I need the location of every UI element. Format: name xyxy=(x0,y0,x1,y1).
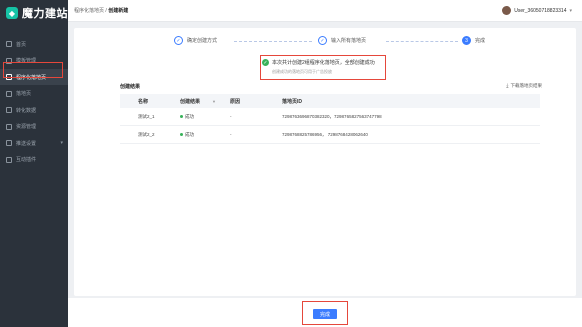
sidebar-nav: 首页 模板管理 程序化落地页 落地页 转化数据 资源管理 推送设置 ▾ 互动插件 xyxy=(0,36,68,168)
sidebar: ◆ 魔力建站 首页 模板管理 程序化落地页 落地页 转化数据 资源管理 推送设置… xyxy=(0,0,68,327)
sidebar-item-plugins[interactable]: 互动插件 xyxy=(0,152,68,168)
result-label: 成功 xyxy=(185,113,194,119)
sidebar-item-push[interactable]: 推送设置 ▾ xyxy=(0,135,68,151)
sidebar-item-label: 落地页 xyxy=(16,91,32,97)
filter-icon[interactable]: ▼ xyxy=(212,99,216,104)
sidebar-item-landing[interactable]: 落地页 xyxy=(0,86,68,102)
column-header-ids: 落地页ID xyxy=(282,98,303,105)
sidebar-item-data[interactable]: 转化数据 xyxy=(0,102,68,118)
step-label: 输入所有落地页 xyxy=(331,38,367,44)
sidebar-item-label: 推送设置 xyxy=(16,140,37,147)
sidebar-item-home[interactable]: 首页 xyxy=(0,36,68,52)
push-icon xyxy=(6,140,12,146)
status-dot-icon xyxy=(180,133,183,136)
column-header-name: 名称 xyxy=(138,98,149,105)
download-results-link[interactable]: ⤓ 下载落地页结果 xyxy=(506,83,542,89)
highlight-box-success xyxy=(260,55,386,80)
highlight-box-sidebar xyxy=(3,62,63,78)
footer-bar: 完成 xyxy=(68,298,582,327)
breadcrumb: 程序化落地页 / 创建新建 xyxy=(74,7,128,14)
breadcrumb-current: 创建新建 xyxy=(108,8,129,14)
step-label: 完成 xyxy=(475,38,486,44)
step-2: ✓ 输入所有落地页 xyxy=(318,36,366,45)
home-icon xyxy=(6,41,12,47)
status-dot-icon xyxy=(180,115,183,118)
results-title: 创建结果 xyxy=(120,84,141,90)
sidebar-item-label: 互动插件 xyxy=(16,157,37,163)
brand-name: 魔力建站 xyxy=(22,8,68,20)
brand-logo[interactable]: ◆ 魔力建站 xyxy=(0,0,68,26)
results-table: 名称 创建结果 ▼ 原因 落地页ID 测试2_1 成功 - 7298763696… xyxy=(120,94,540,144)
step-check-icon: ✓ xyxy=(318,36,327,45)
highlight-box-done xyxy=(302,301,348,325)
step-indicator: ✓ 确定创建方式 ✓ 输入所有落地页 3 完成 xyxy=(174,36,494,48)
download-label: 下载落地页结果 xyxy=(510,83,543,88)
main-card: ✓ 确定创建方式 ✓ 输入所有落地页 3 完成 ✓ 本次共计创建2组程序化落地页… xyxy=(74,28,576,296)
user-name: User_36050718823314 xyxy=(514,7,567,14)
chevron-down-icon: ▾ xyxy=(60,140,63,146)
column-header-label: 创建结果 xyxy=(180,98,201,105)
step-connector xyxy=(234,41,312,42)
data-icon xyxy=(6,107,12,113)
plugin-icon xyxy=(6,156,12,163)
sidebar-item-resources[interactable]: 资源管理 xyxy=(0,119,68,135)
cell-reason: - xyxy=(230,132,232,137)
cell-result: 成功 xyxy=(180,132,230,138)
step-number: 3 xyxy=(462,36,471,45)
brand-mark-icon: ◆ xyxy=(6,7,18,19)
cell-ids: 7298768825786956， 7298768428062640 xyxy=(282,131,368,137)
cell-reason: - xyxy=(230,114,232,119)
table-row: 测试2_2 成功 - 7298768825786956， 72987684280… xyxy=(120,126,540,144)
table-row: 测试2_1 成功 - 7298763696870382320，729876582… xyxy=(120,108,540,126)
download-icon: ⤓ xyxy=(506,83,509,89)
column-header-reason: 原因 xyxy=(230,98,241,105)
cell-result: 成功 xyxy=(180,114,230,120)
sidebar-item-label: 首页 xyxy=(16,41,27,48)
landing-icon xyxy=(6,90,12,97)
top-bar: 程序化落地页 / 创建新建 User_36050718823314 ▾ xyxy=(68,0,582,22)
cell-ids: 7298763696870382320，7298765827563747798 xyxy=(282,113,382,119)
user-menu[interactable]: User_36050718823314 ▾ xyxy=(502,6,572,15)
step-label: 确定创建方式 xyxy=(187,38,218,44)
breadcrumb-parent[interactable]: 程序化落地页 xyxy=(74,8,104,14)
cell-name: 测试2_2 xyxy=(138,131,155,137)
step-1: ✓ 确定创建方式 xyxy=(174,36,217,45)
result-label: 成功 xyxy=(185,131,194,137)
sidebar-item-label: 资源管理 xyxy=(16,124,37,130)
avatar xyxy=(502,6,512,15)
step-check-icon: ✓ xyxy=(174,36,183,45)
step-connector xyxy=(386,41,458,42)
resource-icon xyxy=(6,123,12,130)
column-header-result: 创建结果 ▼ xyxy=(180,98,230,105)
chevron-down-icon: ▾ xyxy=(569,7,572,14)
step-3: 3 完成 xyxy=(462,36,485,45)
sidebar-item-label: 转化数据 xyxy=(16,107,37,114)
cell-name: 测试2_1 xyxy=(138,113,155,119)
table-header: 名称 创建结果 ▼ 原因 落地页ID xyxy=(120,94,540,108)
